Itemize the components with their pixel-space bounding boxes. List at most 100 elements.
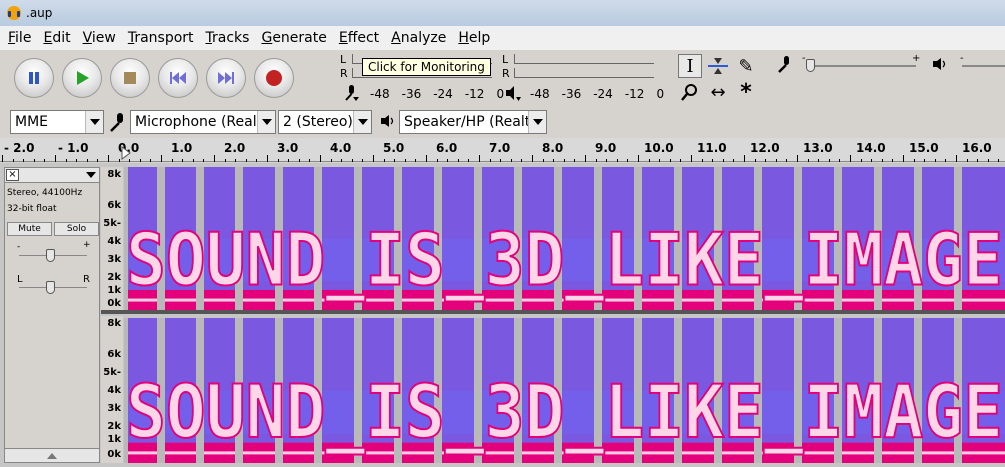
stop-button[interactable] [110,58,150,98]
menu-file[interactable]: File [2,27,37,49]
selection-tool-button[interactable]: I [678,54,702,78]
ruler-tick [914,159,915,162]
ruler-tick [786,159,787,162]
ruler-tick [288,159,289,162]
ruler-label: 10.0 [644,141,674,155]
playback-meter-right[interactable] [514,68,654,78]
track-menu-chevron-down-icon[interactable] [86,172,96,178]
ruler-label: 2.0 [224,141,246,155]
ruler-tick [744,155,745,162]
solo-button[interactable]: Solo [54,222,99,236]
menu-effect[interactable]: Effect [333,27,385,49]
host-select[interactable]: MME [10,110,104,134]
ruler-tick [564,159,565,162]
scale-label: 3k [107,403,121,414]
ruler-tick [246,159,247,162]
ruler-tick [150,159,151,162]
pan-slider-thumb[interactable] [46,281,55,294]
scale-label: 4k [107,385,121,396]
ruler-label: 16.0 [962,141,992,155]
ruler-tick [2,155,3,162]
menu-generate[interactable]: Generate [255,27,332,49]
tools-toolbar: I ✎ ↔ * [676,52,764,106]
skip-start-button[interactable] [158,58,198,98]
recording-channels-value: 2 (Stereo) [283,114,353,130]
pause-button[interactable] [14,58,54,98]
collapse-track-icon[interactable] [5,448,99,462]
pan-right-label: R [83,274,90,285]
pencil-icon: ✎ [738,55,754,77]
ruler-tick [87,159,88,162]
scale-label: 1k [107,434,121,445]
microphone-icon [345,85,359,101]
scale-label: 2k [107,421,121,432]
menu-tracks[interactable]: Tracks [200,27,256,49]
ruler-tick [278,159,279,162]
ruler-tick [649,159,650,162]
ruler-label: 13.0 [803,141,833,155]
play-button[interactable] [62,58,102,98]
chevron-down-icon [353,111,371,133]
chevron-down-icon [257,111,275,133]
ruler-tick [829,159,830,162]
track-sample-format: 32-bit float [7,204,57,214]
playback-scale-label: -12 [624,87,645,101]
playback-device-select[interactable]: Speaker/HP (Realt [399,110,547,134]
asterisk-icon: * [740,79,752,105]
recording-device-value: Microphone (Real [135,114,257,130]
ruler-tick [935,159,936,162]
ruler-tick [945,159,946,162]
ruler-tick [882,159,883,162]
draw-tool-button[interactable]: ✎ [734,54,758,78]
input-volume-slider[interactable] [806,65,916,67]
time-shift-tool-button[interactable]: ↔ [706,80,730,104]
i-beam-icon: I [686,55,694,77]
ruler-tick [394,159,395,162]
envelope-tool-button[interactable] [706,54,730,78]
timeline-ruler[interactable]: - 2.0 - 1.0 0.0 1.0 2.0 3.0 4.0 5.0 6.0 … [0,138,1005,162]
ruler-tick [680,159,681,162]
playback-scale-label: -48 [530,87,550,101]
recording-device-select[interactable]: Microphone (Real [130,110,276,134]
record-scale-label: 0 [496,87,505,101]
chevron-down-icon [85,111,103,133]
spectrogram-right-channel[interactable]: SOUND_IS_3D_LIKE_IMAGE [124,318,1005,463]
track-control-panel[interactable]: × Stereo, 44100Hz 32-bit float Mute Solo… [4,167,100,463]
multi-tool-button[interactable]: * [734,79,758,105]
menu-edit[interactable]: Edit [37,27,76,49]
menu-bar: File Edit View Transport Tracks Generate… [0,26,1005,50]
ruler-tick [23,159,24,162]
skip-end-button[interactable] [206,58,246,98]
ruler-tick [405,159,406,162]
playback-meter-left[interactable] [514,54,654,64]
spectrogram-left-channel[interactable]: SOUND_IS_3D_LIKE_IMAGE [124,167,1005,310]
output-volume-slider[interactable] [962,65,1005,67]
menu-transport[interactable]: Transport [122,27,200,49]
scale-label: 8k [107,169,121,180]
play-head-marker-icon[interactable] [120,146,132,160]
ruler-tick [511,159,512,162]
gain-slider-thumb[interactable] [46,249,55,262]
envelope-icon [708,58,728,74]
input-volume-thumb[interactable] [806,59,815,72]
menu-view[interactable]: View [77,27,122,49]
recording-channels-select[interactable]: 2 (Stereo) [278,110,372,134]
ruler-tick [850,155,851,162]
menu-analyze[interactable]: Analyze [385,27,452,49]
close-icon[interactable]: × [6,169,19,181]
record-meter-r-label: R [340,67,348,80]
ruler-tick [892,159,893,162]
input-volume-microphone-icon [778,56,789,73]
menu-help[interactable]: Help [452,27,496,49]
ruler-tick [235,159,236,162]
mute-button[interactable]: Mute [7,222,52,236]
track-header[interactable]: × [5,168,99,183]
scale-label: 2k [107,272,121,283]
ruler-tick [903,155,904,162]
zoom-tool-button[interactable] [678,80,702,104]
playback-device-value: Speaker/HP (Realt [404,114,531,130]
record-button[interactable] [254,58,294,98]
ruler-tick [447,159,448,162]
ruler-tick [702,159,703,162]
record-meter-l-label: L [340,53,347,66]
